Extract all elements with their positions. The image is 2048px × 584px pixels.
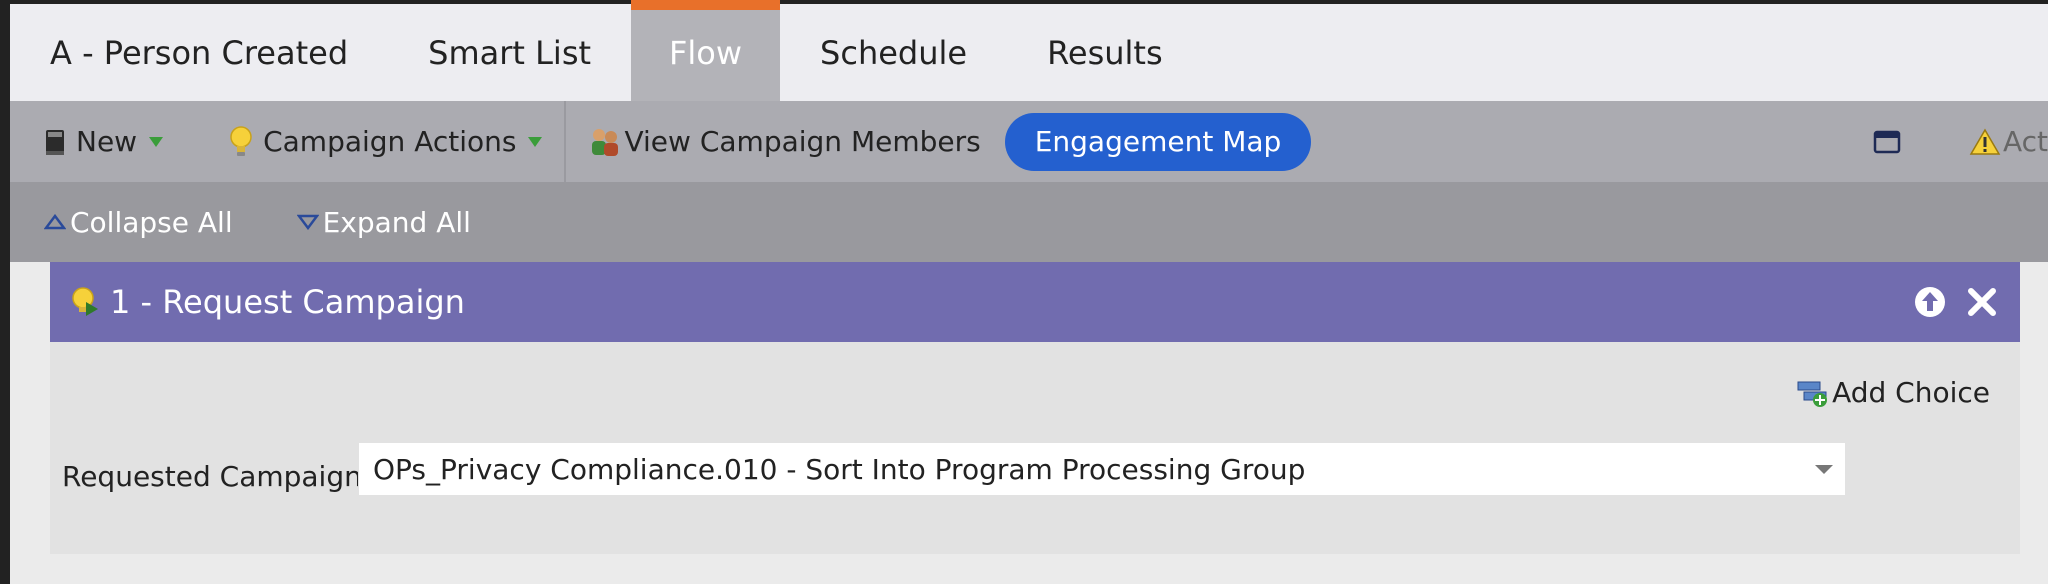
flow-step-panel: 1 - Request Campaign Add Choice Requeste… [50,262,2020,554]
tab-schedule[interactable]: Schedule [780,4,1007,101]
flow-step-title: 1 - Request Campaign [110,283,465,321]
campaign-actions-menu-button[interactable]: Campaign Actions [229,101,543,182]
flow-step-body: Add Choice Requested Campaign: OPs_Priva… [50,342,2020,554]
arrow-up-circle-icon [1915,287,1945,317]
expand-all-button[interactable]: Expand All [296,182,471,262]
flow-step-header: 1 - Request Campaign [50,262,2020,342]
remove-step-button[interactable] [1966,286,1998,326]
tab-smart-list[interactable]: Smart List [388,4,631,101]
warning-icon [1969,128,2001,155]
add-choice-label: Add Choice [1832,376,1990,409]
expand-all-label: Expand All [322,205,471,239]
triangle-up-icon [44,214,66,230]
window-toggle-button[interactable] [1873,101,1901,182]
left-border [0,0,10,584]
tab-label: Smart List [428,33,592,72]
window-icon [1873,130,1901,153]
add-choice-icon [1797,381,1828,407]
chevron-down-icon[interactable] [1815,465,1833,474]
book-icon [46,129,64,155]
dropdown-arrow-icon [528,136,543,147]
tab-label: Schedule [820,33,968,72]
toolbar: New Campaign Actions View Campaign Membe… [10,101,2048,182]
move-up-button[interactable] [1914,286,1946,326]
tab-campaign-name[interactable]: A - Person Created [10,4,388,101]
view-members-label: View Campaign Members [624,125,981,158]
tab-flow[interactable]: Flow [631,0,781,101]
flow-controls-bar: Collapse All Expand All [10,182,2048,262]
triangle-down-icon [296,214,319,230]
requested-campaign-value: OPs_Privacy Compliance.010 - Sort Into P… [373,452,1306,486]
tab-label: Results [1047,33,1163,72]
app-frame: A - Person Created Smart List Flow Sched… [0,0,2048,584]
campaign-actions-label: Campaign Actions [263,125,517,158]
lightbulb-play-icon [72,287,98,316]
alert-partial-label: Act [2002,125,2048,158]
dropdown-arrow-icon [149,136,164,147]
people-icon [592,128,619,156]
add-choice-button[interactable]: Add Choice [1796,376,1990,409]
activity-alert-button[interactable]: Act [1969,101,2048,182]
tab-results[interactable]: Results [1007,4,1203,101]
collapse-all-button[interactable]: Collapse All [44,182,233,262]
lightbulb-icon [230,125,252,156]
requested-campaign-select[interactable]: OPs_Privacy Compliance.010 - Sort Into P… [358,442,1846,496]
new-label: New [76,125,138,158]
new-menu-button[interactable]: New [44,101,164,182]
collapse-all-label: Collapse All [70,205,233,239]
engagement-map-button[interactable]: Engagement Map [1004,112,1312,171]
engagement-map-label: Engagement Map [1034,125,1282,158]
tab-bar: A - Person Created Smart List Flow Sched… [10,0,2048,101]
toolbar-divider [564,101,567,182]
tab-label: A - Person Created [50,33,349,72]
tab-label: Flow [669,33,743,72]
close-icon [1968,288,1996,316]
view-campaign-members-button[interactable]: View Campaign Members [588,101,981,182]
requested-campaign-label: Requested Campaign: [62,460,372,493]
